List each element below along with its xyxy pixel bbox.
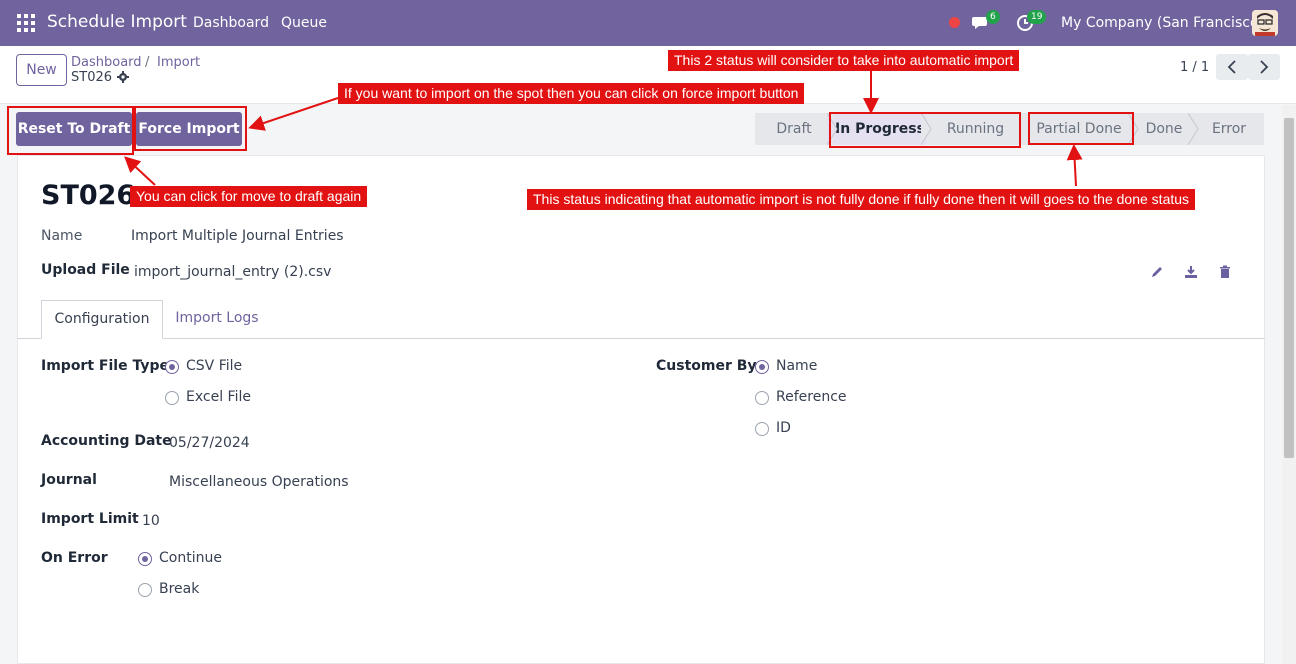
option-csv-file[interactable]: CSV File: [186, 358, 242, 374]
import-limit-field[interactable]: 10: [142, 513, 160, 529]
download-icon[interactable]: [1184, 265, 1198, 279]
menu-dashboard[interactable]: Dashboard: [193, 15, 269, 31]
pager-previous-button[interactable]: [1216, 54, 1248, 80]
radio-id[interactable]: [755, 422, 769, 436]
radio-reference[interactable]: [755, 391, 769, 405]
stage-separator: [1188, 113, 1199, 145]
breadcrumb-import[interactable]: Import: [157, 55, 200, 70]
option-break[interactable]: Break: [159, 581, 199, 597]
gear-icon[interactable]: [117, 71, 129, 83]
import-limit-label: Import Limit: [41, 511, 139, 527]
app-title[interactable]: Schedule Import: [47, 12, 187, 32]
breadcrumb-dashboard[interactable]: Dashboard: [71, 55, 142, 70]
stage-done[interactable]: Done: [1134, 113, 1194, 145]
upload-file-name[interactable]: import_journal_entry (2).csv: [134, 264, 331, 280]
accounting-date-label: Accounting Date: [41, 433, 172, 449]
breadcrumb-current-record: ST026: [71, 70, 113, 85]
annotation-status-auto: This 2 status will consider to take into…: [668, 50, 1020, 71]
chevron-right-icon: [1260, 60, 1269, 74]
import-file-type-label: Import File Type: [41, 358, 169, 374]
new-button[interactable]: New: [16, 54, 67, 86]
name-label: Name: [41, 228, 83, 244]
radio-csv-file[interactable]: [165, 360, 179, 374]
activities-badge: 19: [1027, 10, 1047, 24]
option-id[interactable]: ID: [776, 420, 791, 436]
option-continue[interactable]: Continue: [159, 550, 222, 566]
radio-break[interactable]: [138, 583, 152, 597]
stage-draft[interactable]: Draft: [755, 113, 833, 145]
tab-import-logs[interactable]: Import Logs: [166, 300, 268, 339]
stage-error[interactable]: Error: [1194, 113, 1264, 145]
chevron-left-icon: [1227, 60, 1236, 74]
on-error-label: On Error: [41, 550, 108, 566]
pager-value[interactable]: 1 / 1: [1180, 60, 1209, 75]
user-avatar[interactable]: [1252, 10, 1278, 36]
highlight-force-import: [134, 106, 247, 151]
journal-label: Journal: [41, 472, 97, 488]
upload-file-label: Upload File: [41, 262, 130, 278]
highlight-partial-done: [1028, 112, 1134, 145]
pager-next-button[interactable]: [1248, 54, 1280, 80]
record-title: ST026: [41, 180, 136, 211]
annotation-force-import: If you want to import on the spot then y…: [338, 83, 805, 104]
breadcrumb-separator: /: [145, 55, 150, 70]
option-reference[interactable]: Reference: [776, 389, 847, 405]
messages-badge: 6: [986, 10, 1000, 24]
name-field[interactable]: Import Multiple Journal Entries: [131, 228, 344, 244]
menu-queue[interactable]: Queue: [281, 15, 327, 31]
tab-configuration[interactable]: Configuration: [41, 300, 163, 339]
option-excel-file[interactable]: Excel File: [186, 389, 251, 405]
status-indicator: [949, 17, 960, 28]
annotation-reset-draft: You can click for move to draft again: [130, 186, 368, 207]
radio-name[interactable]: [755, 360, 769, 374]
radio-continue[interactable]: [138, 552, 152, 566]
customer-by-label: Customer By: [656, 358, 757, 374]
option-name[interactable]: Name: [776, 358, 817, 374]
scrollbar-thumb[interactable]: [1284, 118, 1294, 458]
apps-menu-icon[interactable]: [17, 14, 35, 32]
top-navbar: Schedule Import Dashboard Queue 6 19 My …: [0, 0, 1296, 46]
highlight-reset-to-draft: [7, 106, 134, 155]
edit-icon[interactable]: [1150, 265, 1164, 279]
radio-excel-file[interactable]: [165, 391, 179, 405]
trash-icon[interactable]: [1218, 265, 1232, 279]
annotation-partial-done: This status indicating that automatic im…: [527, 189, 1196, 210]
journal-field[interactable]: Miscellaneous Operations: [169, 474, 349, 490]
highlight-in-progress-running: [829, 112, 1021, 148]
accounting-date-field[interactable]: 05/27/2024: [169, 435, 250, 451]
company-switcher[interactable]: My Company (San Francisco): [1061, 15, 1264, 31]
